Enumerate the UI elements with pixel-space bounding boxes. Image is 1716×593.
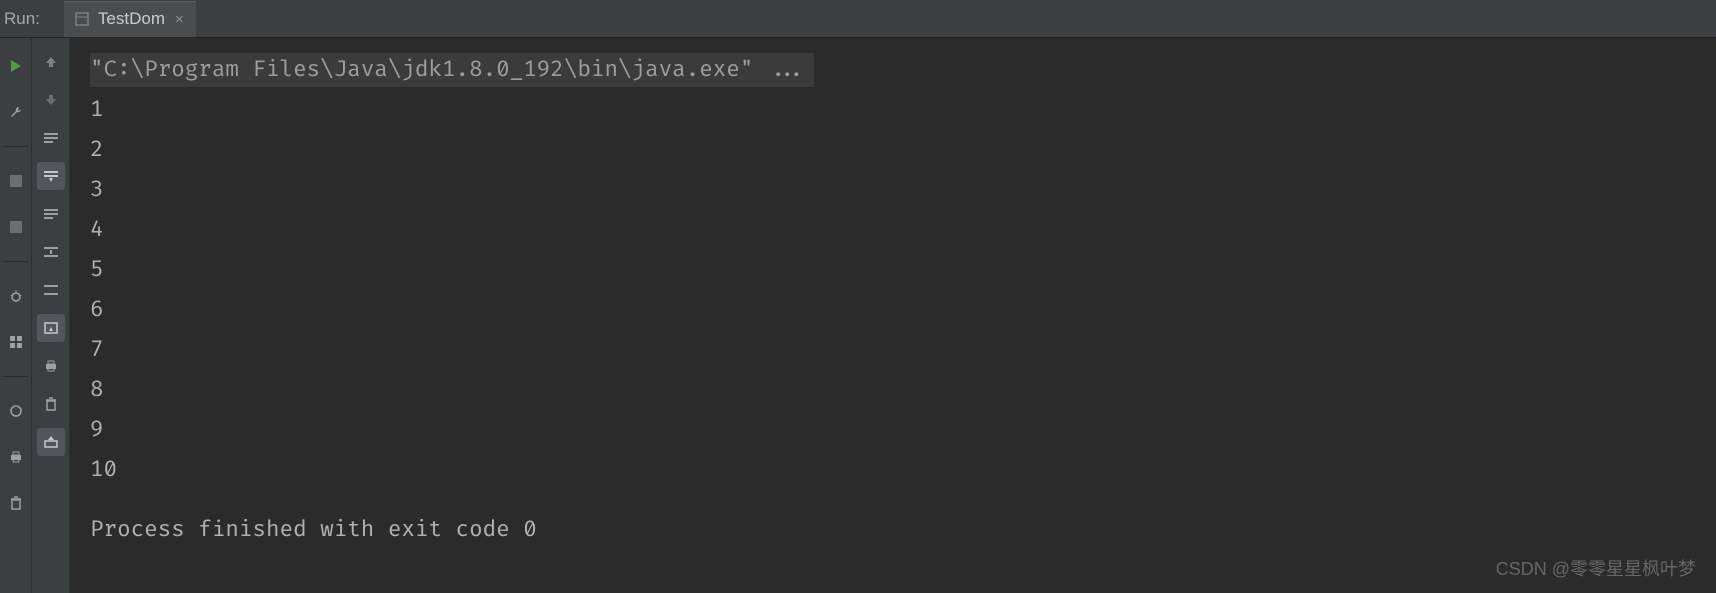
console-exit: Process finished with exit code 0: [90, 510, 1716, 550]
run-label: Run:: [4, 9, 40, 29]
capture-icon[interactable]: [37, 314, 65, 342]
tab-title: TestDom: [98, 9, 165, 29]
run-gutter: [0, 38, 32, 593]
run-tab[interactable]: TestDom ×: [64, 1, 196, 37]
print-icon[interactable]: [37, 352, 65, 380]
console-command: "C:\Program Files\Java\jdk1.8.0_192\bin\…: [90, 53, 814, 87]
console-line: 6: [90, 290, 1716, 330]
trash-icon[interactable]: [2, 489, 30, 517]
bug-icon[interactable]: [2, 282, 30, 310]
console-line: 2: [90, 130, 1716, 170]
watermark: CSDN @零零星星枫叶梦: [1496, 555, 1696, 581]
console-line: 10: [90, 450, 1716, 490]
stop-icon[interactable]: [2, 213, 30, 241]
arrow-up-icon[interactable]: [37, 48, 65, 76]
console-toolbar: [32, 38, 70, 593]
bug-restart-icon[interactable]: [2, 397, 30, 425]
print-icon[interactable]: [2, 443, 30, 471]
play-icon[interactable]: [2, 52, 30, 80]
stop-icon[interactable]: [2, 167, 30, 195]
console-line: 8: [90, 370, 1716, 410]
wrench-icon[interactable]: [2, 98, 30, 126]
close-icon[interactable]: ×: [173, 11, 186, 28]
trash-icon[interactable]: [37, 390, 65, 418]
export-icon[interactable]: [37, 428, 65, 456]
console-line: 9: [90, 410, 1716, 450]
wrap-lines-icon[interactable]: [37, 200, 65, 228]
run-tab-bar: Run: TestDom ×: [0, 0, 1716, 38]
console-line: 3: [90, 170, 1716, 210]
separator: [3, 261, 28, 262]
layout-icon[interactable]: [2, 328, 30, 356]
wrap-icon[interactable]: [37, 276, 65, 304]
arrow-down-icon[interactable]: [37, 86, 65, 114]
console-line: 7: [90, 330, 1716, 370]
scroll-to-end-icon[interactable]: [37, 162, 65, 190]
separator: [3, 376, 28, 377]
console-line: 1: [90, 90, 1716, 130]
file-icon: [74, 11, 90, 27]
console-line: 4: [90, 210, 1716, 250]
rerun-icon[interactable]: [37, 238, 65, 266]
separator: [3, 146, 28, 147]
console-line: 5: [90, 250, 1716, 290]
soft-wrap-icon[interactable]: [37, 124, 65, 152]
console-output[interactable]: "C:\Program Files\Java\jdk1.8.0_192\bin\…: [70, 38, 1716, 593]
